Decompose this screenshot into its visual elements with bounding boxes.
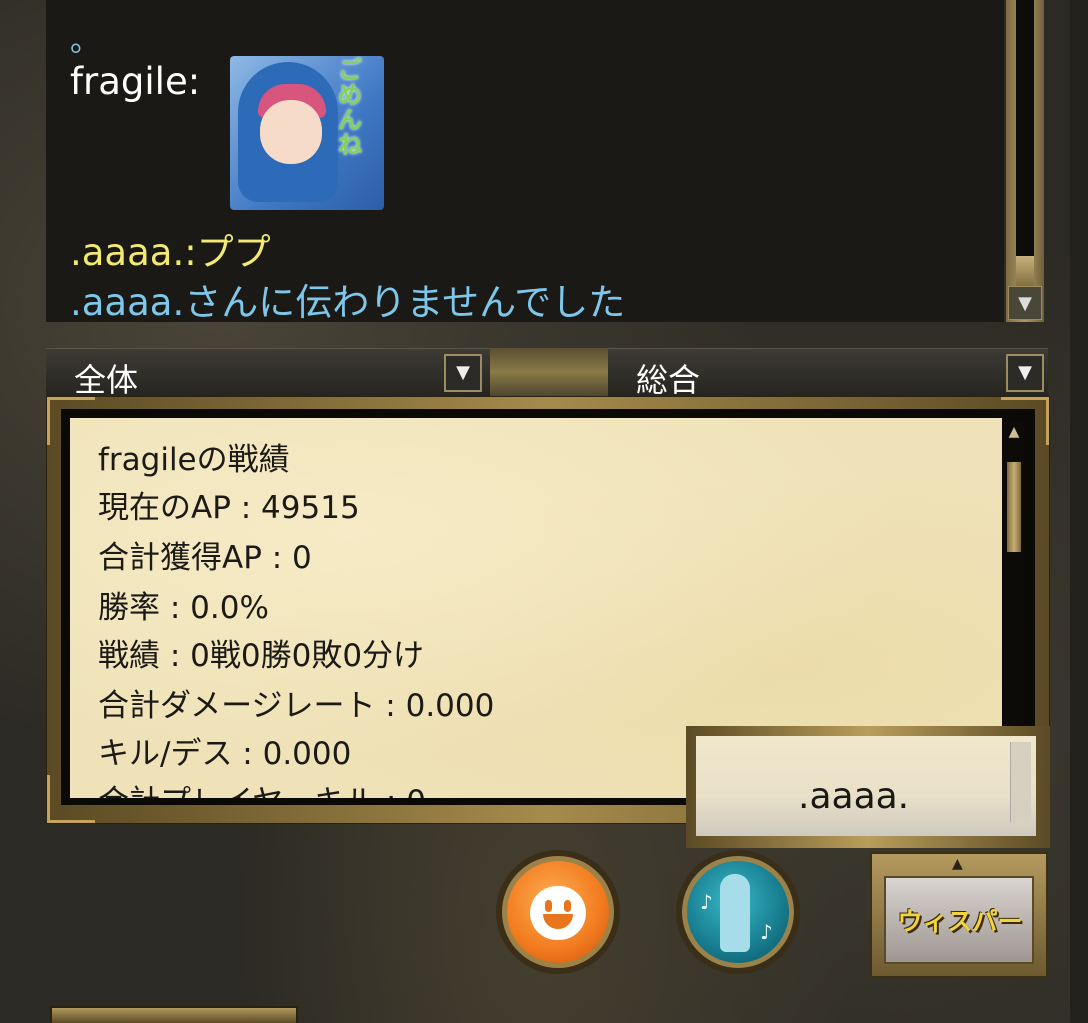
chat-line: 。 [70,24,100,59]
music-note-icon: ♪ [700,890,713,914]
whisper-button-face: ウィスパー [884,876,1034,964]
whisper-target-name: .aaaa. [798,776,910,817]
category-dropdown-icon[interactable]: ▼ [1006,354,1044,392]
whisper-target-box[interactable]: .aaaa. [686,726,1050,848]
caret-up-icon: ▲ [952,856,963,872]
channel-select-label: 全体 [74,361,139,399]
category-select-label: 総合 [636,361,701,399]
bottom-frame-edge [50,1006,298,1023]
chat-sticker: ごめんね [230,56,384,210]
stat-current-ap: 現在のAP : 49515 [98,490,360,526]
category-select[interactable]: 総合 ▼ [608,348,1048,399]
chat-line: .aaaa.:ププ [70,231,271,274]
stat-damage-rate: 合計ダメージレート : 0.000 [98,688,495,724]
whisper-button-label: ウィスパー [897,907,1023,936]
stat-win-rate: 勝率 : 0.0% [98,590,269,626]
sticker-face [260,100,322,164]
chat-scroll-thumb[interactable] [1016,256,1034,288]
dance-button[interactable]: ♪ ♪ [676,850,800,974]
smiley-icon [530,886,586,940]
stat-kill-death: キル/デス : 0.000 [98,736,352,772]
smiley-eye [545,900,552,912]
chat-log: 。 fragile: ごめんね .aaaa.:ププ .aaaa.さんに伝わりませ… [46,0,1004,322]
chat-scroll-down-icon[interactable]: ▼ [1008,286,1042,320]
chat-scrollbar[interactable] [1006,0,1044,322]
channel-select[interactable]: 全体 ▼ [46,348,490,399]
music-note-icon: ♪ [760,920,773,944]
channel-dropdown-icon[interactable]: ▼ [444,354,482,392]
stat-record: 戦績 : 0戦0勝0敗0分け [98,638,425,674]
whisper-button[interactable]: ▲ ウィスパー [870,852,1048,978]
stat-player-kills: 合計プレイヤーキル : 0 [98,776,426,798]
chat-scroll-track [1016,0,1034,280]
tab-divider [490,348,608,396]
whisper-target-scrollbar[interactable] [1010,742,1031,822]
right-rail [1070,0,1088,1023]
chat-system-message: .aaaa.さんに伝わりませんでした [70,281,626,322]
sticker-text: ごめんね [338,56,362,159]
stats-title: fragileの戦績 [98,442,290,478]
dance-icon [720,874,750,952]
emote-button[interactable] [496,850,620,974]
stats-scroll-thumb[interactable] [1007,462,1021,552]
stat-total-ap: 合計獲得AP : 0 [98,540,312,576]
smiley-eye [564,900,571,912]
stats-scroll-up-icon[interactable]: ▲ [1006,424,1022,450]
chat-speaker: fragile: [70,60,201,103]
smiley-mouth [543,914,573,929]
